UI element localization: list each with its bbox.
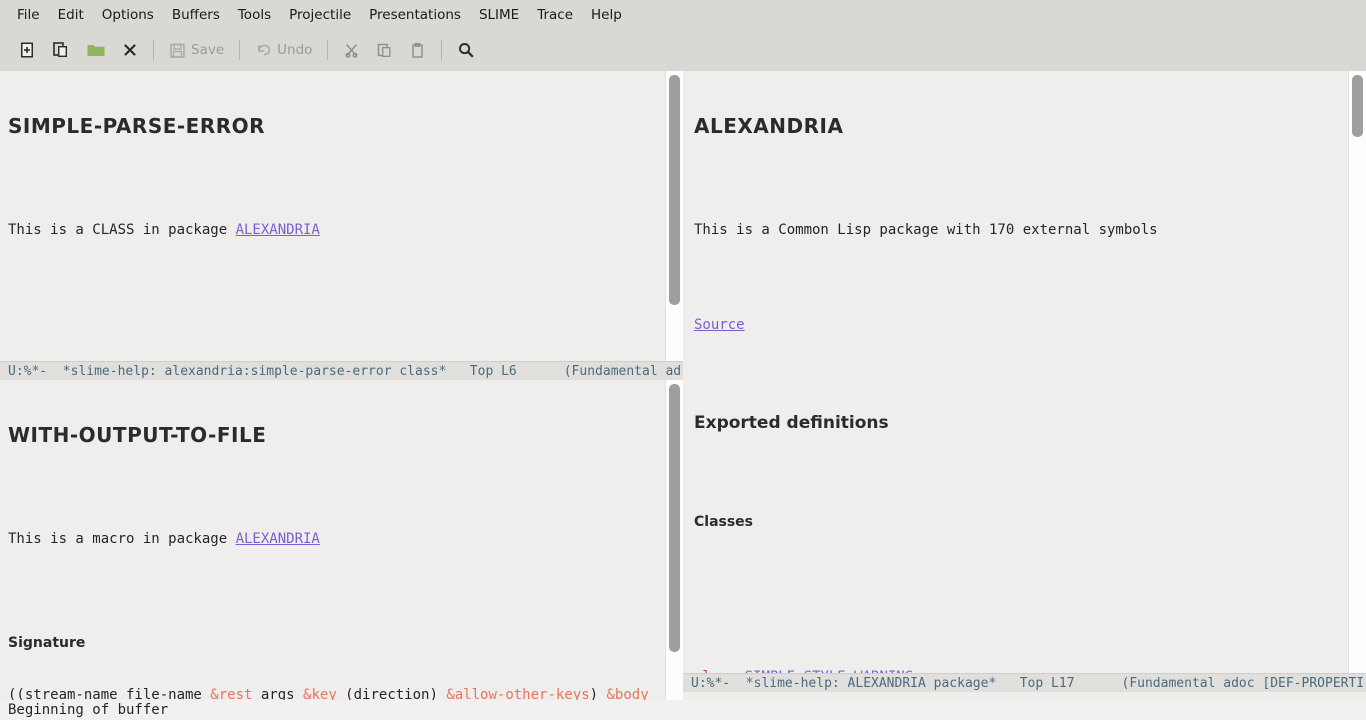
open-file-icon <box>52 41 70 59</box>
menu-item-presentations[interactable]: Presentations <box>360 4 470 26</box>
modeline-position: Top L17 <box>1020 676 1075 691</box>
menu-item-slime[interactable]: SLIME <box>470 4 528 26</box>
modeline-position: Top L6 <box>470 364 517 379</box>
modeline-indicator: U:%*- <box>691 676 730 691</box>
modeline-buffer-name: *slime-help: ALEXANDRIA package* <box>746 676 996 691</box>
menu-item-buffers[interactable]: Buffers <box>163 4 229 26</box>
spacer <box>694 469 1348 478</box>
section-classes: Classes <box>694 512 1348 532</box>
menu-item-help[interactable]: Help <box>582 4 631 26</box>
folder-icon <box>86 41 106 59</box>
window-simple-parse-error: SIMPLE-PARSE-ERROR This is a CLASS in pa… <box>0 71 683 380</box>
save-disk-icon <box>169 42 186 59</box>
tool-bar: Save Undo <box>0 29 1366 71</box>
echo-area: Beginning of buffer <box>0 700 1366 720</box>
undo-button-label: Undo <box>277 42 312 58</box>
sig-part: (direction) <box>337 687 447 701</box>
spacer <box>694 566 1348 583</box>
toolbar-separator-1 <box>153 40 154 60</box>
spacer <box>8 179 665 188</box>
spacer <box>694 368 1348 377</box>
search-button[interactable] <box>449 35 483 65</box>
modeline-major-mode: (Fundamental adoc [DEF-PROPERTI <box>1122 676 1365 691</box>
window-area: SIMPLE-PARSE-ERROR This is a CLASS in pa… <box>0 71 1366 720</box>
spacer <box>694 273 1348 282</box>
modeline-buffer-name: *slime-help: alexandria:simple-parse-err… <box>63 364 447 379</box>
menu-bar: File Edit Options Buffers Tools Projecti… <box>0 0 1366 29</box>
lambda-keyword-key: &key <box>303 687 337 701</box>
sig-part: ((stream-name file-name <box>8 687 210 701</box>
window-alexandria-package: ALEXANDRIA This is a Common Lisp package… <box>683 71 1366 692</box>
toolbar-separator-3 <box>327 40 328 60</box>
signature-line-1: ((stream-name file-name &rest args &key … <box>8 687 665 701</box>
new-file-icon <box>18 41 36 59</box>
intro-text: This is a CLASS in package <box>8 222 236 238</box>
intro-line: This is a macro in package ALEXANDRIA <box>8 531 665 548</box>
page-title: ALEXANDRIA <box>694 113 1348 139</box>
magnifier-icon <box>457 41 475 59</box>
copy-icon <box>376 42 393 59</box>
modeline-alexandria-package: U:%*- *slime-help: ALEXANDRIA package* T… <box>683 673 1366 692</box>
source-link-row: Source <box>694 316 1348 334</box>
save-button[interactable]: Save <box>161 35 232 65</box>
scrollbar-thumb[interactable] <box>669 75 680 305</box>
toolbar-separator-4 <box>441 40 442 60</box>
page-title: SIMPLE-PARSE-ERROR <box>8 113 665 139</box>
close-icon <box>122 42 138 58</box>
save-button-label: Save <box>191 42 224 58</box>
menu-item-options[interactable]: Options <box>93 4 163 26</box>
buffer-simple-parse-error: SIMPLE-PARSE-ERROR This is a CLASS in pa… <box>0 71 665 361</box>
section-exported-definitions: Exported definitions <box>694 411 1348 435</box>
scrollbar-right[interactable] <box>1348 71 1366 673</box>
package-link[interactable]: ALEXANDRIA <box>236 531 320 547</box>
undo-arrow-icon <box>255 42 272 59</box>
sig-part: ) <box>590 687 607 701</box>
paste-button[interactable] <box>401 35 434 65</box>
close-buffer-button[interactable] <box>114 35 146 65</box>
menu-item-file[interactable]: File <box>8 4 49 26</box>
lambda-keyword-rest: &rest <box>210 687 252 701</box>
scrollbar-bottom-left[interactable] <box>665 380 683 701</box>
package-summary: This is a Common Lisp package with 170 e… <box>694 222 1348 239</box>
new-file-button[interactable] <box>10 35 44 65</box>
section-signature: Signature <box>8 633 665 653</box>
modeline-indicator: U:%*- <box>8 364 47 379</box>
spacer <box>8 324 665 333</box>
copy-button[interactable] <box>368 35 401 65</box>
open-folder-button[interactable] <box>78 35 114 65</box>
sig-part: args <box>252 687 303 701</box>
buffer-with-output-to-file: WITH-OUTPUT-TO-FILE This is a macro in p… <box>0 380 665 701</box>
spacer <box>8 488 665 497</box>
spacer <box>8 273 665 290</box>
modeline-major-mode: (Fundamental ad <box>564 364 681 379</box>
definition-entry-simple-style-warning: class SIMPLE-STYLE-WARNING Not documente… <box>694 634 1348 673</box>
modeline-simple-parse-error: U:%*- *slime-help: alexandria:simple-par… <box>0 361 683 380</box>
intro-text: This is a macro in package <box>8 531 236 547</box>
buffer-alexandria-package: ALEXANDRIA This is a Common Lisp package… <box>683 71 1348 673</box>
lambda-keyword-body: &body <box>606 687 648 701</box>
lambda-keyword-allow-other-keys: &allow-other-keys <box>446 687 589 701</box>
spacer <box>694 179 1348 188</box>
package-link[interactable]: ALEXANDRIA <box>236 222 320 238</box>
spacer <box>8 582 665 599</box>
page-title: WITH-OUTPUT-TO-FILE <box>8 422 665 448</box>
toolbar-separator-2 <box>239 40 240 60</box>
menu-item-edit[interactable]: Edit <box>49 4 93 26</box>
clipboard-icon <box>409 42 426 59</box>
emacs-frame: File Edit Options Buffers Tools Projecti… <box>0 0 1366 720</box>
cut-button[interactable] <box>335 35 368 65</box>
echo-message: Beginning of buffer <box>8 702 168 718</box>
window-with-output-to-file: WITH-OUTPUT-TO-FILE This is a macro in p… <box>0 380 683 720</box>
menu-item-projectile[interactable]: Projectile <box>280 4 360 26</box>
source-link[interactable]: Source <box>694 317 745 333</box>
intro-line: This is a CLASS in package ALEXANDRIA <box>8 222 665 239</box>
menu-item-trace[interactable]: Trace <box>528 4 582 26</box>
undo-button[interactable]: Undo <box>247 35 320 65</box>
scrollbar-thumb[interactable] <box>1352 75 1363 137</box>
menu-item-tools[interactable]: Tools <box>229 4 280 26</box>
scrollbar-thumb[interactable] <box>669 384 680 652</box>
scissors-icon <box>343 42 360 59</box>
open-file-button[interactable] <box>44 35 78 65</box>
scrollbar-top-left[interactable] <box>665 71 683 361</box>
